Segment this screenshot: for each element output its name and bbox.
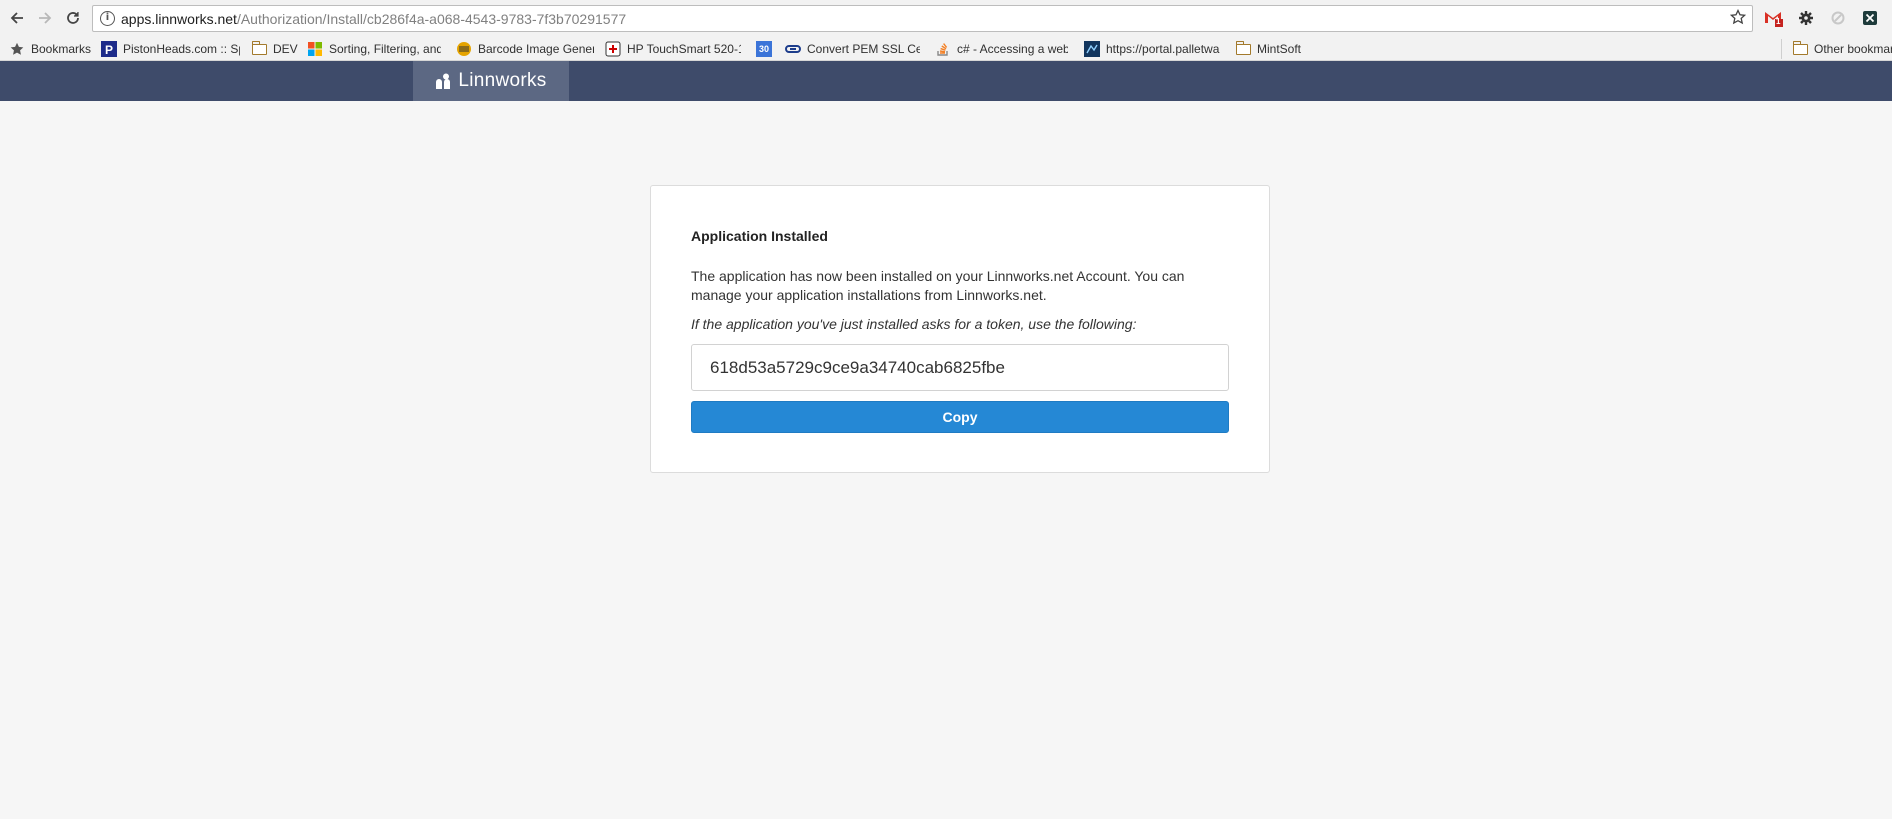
bookmark-item-hp[interactable]: HP TouchSmart 520-1 [605, 40, 741, 58]
bookmark-item-bookmarks[interactable]: Bookmarks [9, 40, 91, 58]
url-path: /Authorization/Install/cb286f4a-a068-454… [236, 11, 627, 27]
hp-favicon [605, 41, 621, 57]
excel-extension-button[interactable] [1859, 8, 1881, 28]
linnworks-logo-icon [436, 73, 451, 89]
bookmark-label: https://portal.palletwa [1106, 42, 1220, 56]
settings-extension-button[interactable] [1795, 8, 1817, 28]
reload-icon [67, 12, 79, 24]
stackoverflow-favicon [935, 41, 951, 57]
copy-button[interactable]: Copy [691, 401, 1229, 433]
bookmarks-divider [1781, 39, 1782, 59]
brand-name: Linnworks [458, 70, 547, 91]
calendar-favicon: 30 [756, 41, 772, 57]
bookmark-item-other-bookmarks[interactable]: Other bookmarks [1792, 40, 1892, 58]
linnworks-brand-link[interactable]: Linnworks [413, 61, 569, 101]
sync-icon [1831, 11, 1845, 25]
address-bar[interactable]: i apps.linnworks.net/Authorization/Insta… [92, 5, 1753, 32]
bookmarks-bar: Bookmarks P PistonHeads.com :: Sp DEV So… [0, 36, 1892, 61]
svg-text:P: P [105, 43, 113, 57]
bookmark-item-portal[interactable]: https://portal.palletwa [1084, 40, 1221, 58]
bookmark-label: Bookmarks [31, 42, 92, 56]
bookmark-item-csharp[interactable]: c# - Accessing a web [935, 40, 1068, 58]
bookmark-label: Barcode Image Gener [478, 42, 594, 56]
star-outline-icon [1729, 8, 1747, 25]
bookmark-item-convert-pem[interactable]: Convert PEM SSL Cert [785, 40, 920, 58]
pistonheads-favicon: P [101, 41, 117, 57]
url-text[interactable]: apps.linnworks.net/Authorization/Install… [121, 11, 626, 27]
gmail-extension-button[interactable]: 1 [1762, 8, 1784, 28]
gmail-badge: 1 [1776, 17, 1781, 26]
browser-toolbar: i apps.linnworks.net/Authorization/Insta… [0, 0, 1892, 36]
bookmark-label: DEV [273, 42, 298, 56]
token-hint: If the application you've just installed… [691, 316, 1137, 332]
folder-icon [1235, 40, 1251, 57]
site-header: Linnworks [0, 61, 1892, 101]
bookmark-item-pistonheads[interactable]: P PistonHeads.com :: Sp [101, 40, 240, 58]
forward-arrow-icon [39, 12, 52, 24]
bookmark-item-barcode[interactable]: Barcode Image Gener [456, 40, 594, 58]
portal-favicon [1084, 41, 1100, 57]
barcode-favicon [456, 41, 472, 57]
bookmark-item-dev[interactable]: DEV [251, 40, 298, 58]
bookmark-label: PistonHeads.com :: Sp [123, 42, 240, 56]
reload-button[interactable] [61, 6, 85, 30]
folder-icon [251, 40, 267, 57]
bookmark-item-mintsoft[interactable]: MintSoft [1235, 40, 1301, 58]
back-button[interactable] [5, 6, 29, 30]
bookmark-label: Other bookmarks [1814, 42, 1892, 56]
token-field[interactable]: 618d53a5729c9ce9a34740cab6825fbe [691, 344, 1229, 391]
card-description: The application has now been installed o… [691, 268, 1185, 303]
bookmark-label: HP TouchSmart 520-1 [627, 42, 741, 56]
bookmark-item-calendar[interactable]: 30 [756, 40, 782, 58]
excel-icon [1863, 11, 1877, 25]
microsoft-favicon [307, 41, 323, 57]
forward-button[interactable] [33, 6, 57, 30]
bookmark-item-sorting[interactable]: Sorting, Filtering, and [307, 40, 441, 58]
folder-icon [1792, 40, 1808, 57]
bookmark-star-button[interactable] [1729, 8, 1747, 30]
browser-chrome: i apps.linnworks.net/Authorization/Insta… [0, 0, 1892, 61]
url-host: apps.linnworks.net [121, 11, 237, 27]
back-arrow-icon [10, 12, 23, 24]
gear-icon [1799, 11, 1813, 25]
install-confirmation-card: Application Installed The application ha… [650, 185, 1270, 473]
bookmark-label: c# - Accessing a web [957, 42, 1068, 56]
star-icon [9, 41, 25, 57]
site-info-icon[interactable]: i [100, 11, 115, 26]
sync-extension-button[interactable] [1827, 8, 1849, 28]
bookmark-label: Sorting, Filtering, and [329, 42, 441, 56]
bookmark-label: MintSoft [1257, 42, 1302, 56]
card-title: Application Installed [691, 228, 828, 244]
bookmark-label: Convert PEM SSL Cert [807, 42, 920, 56]
ssl-favicon [785, 41, 801, 57]
